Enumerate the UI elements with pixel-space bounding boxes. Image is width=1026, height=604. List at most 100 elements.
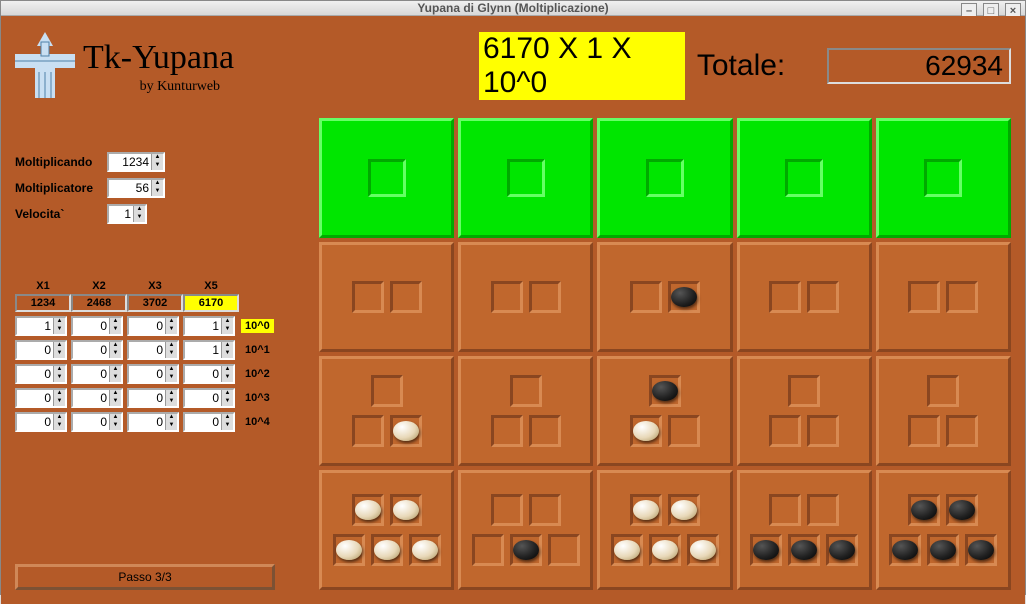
board-slot[interactable] (807, 494, 839, 526)
board-slot[interactable] (946, 281, 978, 313)
spin-up-icon[interactable]: ▲ (151, 154, 163, 162)
xgrid-spin[interactable]: ▲▼ (183, 340, 235, 360)
board-slot[interactable] (352, 415, 384, 447)
board-slot[interactable] (788, 534, 820, 566)
board-slot[interactable] (630, 494, 662, 526)
spin-up-icon[interactable]: ▲ (221, 318, 233, 326)
board-slot[interactable] (390, 494, 422, 526)
board-slot[interactable] (630, 415, 662, 447)
board-slot[interactable] (548, 534, 580, 566)
spin-down-icon[interactable]: ▼ (165, 422, 177, 430)
spin-down-icon[interactable]: ▼ (165, 374, 177, 382)
spin-up-icon[interactable]: ▲ (165, 342, 177, 350)
board-slot[interactable] (371, 375, 403, 407)
xgrid-spin[interactable]: ▲▼ (15, 316, 67, 336)
board-slot[interactable] (390, 281, 422, 313)
board-slot[interactable] (769, 281, 801, 313)
spin-down-icon[interactable]: ▼ (165, 398, 177, 406)
board-slot[interactable] (649, 534, 681, 566)
spin-up-icon[interactable]: ▲ (151, 180, 163, 188)
board-slot[interactable] (529, 415, 561, 447)
board-slot[interactable] (529, 494, 561, 526)
board-slot[interactable] (946, 415, 978, 447)
passo-button[interactable]: Passo 3/3 (15, 564, 275, 590)
board-slot[interactable] (889, 534, 921, 566)
xgrid-spin[interactable]: ▲▼ (15, 340, 67, 360)
board-slot[interactable] (646, 159, 684, 197)
spin-up-icon[interactable]: ▲ (109, 414, 121, 422)
spin-up-icon[interactable]: ▲ (53, 390, 65, 398)
xgrid-spin[interactable]: ▲▼ (71, 340, 123, 360)
board-slot[interactable] (908, 281, 940, 313)
spin-up-icon[interactable]: ▲ (221, 390, 233, 398)
xgrid-spin[interactable]: ▲▼ (183, 316, 235, 336)
board-slot[interactable] (630, 281, 662, 313)
board-slot[interactable] (924, 159, 962, 197)
spin-down-icon[interactable]: ▼ (109, 422, 121, 430)
xgrid-spin[interactable]: ▲▼ (127, 412, 179, 432)
spin-up-icon[interactable]: ▲ (53, 414, 65, 422)
xgrid-spin[interactable]: ▲▼ (15, 364, 67, 384)
board-slot[interactable] (769, 494, 801, 526)
spin-up-icon[interactable]: ▲ (133, 206, 145, 214)
board-slot[interactable] (908, 415, 940, 447)
board-slot[interactable] (507, 159, 545, 197)
velocita-input[interactable]: ▲▼ (107, 204, 147, 224)
board-slot[interactable] (491, 281, 523, 313)
board-slot[interactable] (807, 415, 839, 447)
board-slot[interactable] (510, 375, 542, 407)
xgrid-spin[interactable]: ▲▼ (183, 412, 235, 432)
spin-up-icon[interactable]: ▲ (165, 318, 177, 326)
xgrid-spin[interactable]: ▲▼ (183, 364, 235, 384)
spin-down-icon[interactable]: ▼ (221, 350, 233, 358)
xgrid-spin[interactable]: ▲▼ (15, 388, 67, 408)
spin-down-icon[interactable]: ▼ (53, 326, 65, 334)
board-slot[interactable] (668, 415, 700, 447)
spin-down-icon[interactable]: ▼ (221, 422, 233, 430)
board-slot[interactable] (409, 534, 441, 566)
board-slot[interactable] (510, 534, 542, 566)
spin-down-icon[interactable]: ▼ (165, 326, 177, 334)
board-slot[interactable] (927, 375, 959, 407)
board-slot[interactable] (529, 281, 561, 313)
board-slot[interactable] (371, 534, 403, 566)
xgrid-spin[interactable]: ▲▼ (127, 364, 179, 384)
spin-up-icon[interactable]: ▲ (53, 318, 65, 326)
xgrid-spin[interactable]: ▲▼ (183, 388, 235, 408)
moltiplicatore-input[interactable]: ▲▼ (107, 178, 165, 198)
spin-up-icon[interactable]: ▲ (221, 342, 233, 350)
spin-down-icon[interactable]: ▼ (109, 326, 121, 334)
board-slot[interactable] (769, 415, 801, 447)
board-slot[interactable] (750, 534, 782, 566)
spin-down-icon[interactable]: ▼ (221, 374, 233, 382)
spin-up-icon[interactable]: ▲ (109, 342, 121, 350)
spin-down-icon[interactable]: ▼ (133, 214, 145, 222)
board-slot[interactable] (352, 281, 384, 313)
spin-down-icon[interactable]: ▼ (53, 374, 65, 382)
spin-down-icon[interactable]: ▼ (151, 188, 163, 196)
board-slot[interactable] (472, 534, 504, 566)
xgrid-spin[interactable]: ▲▼ (71, 364, 123, 384)
xgrid-spin[interactable]: ▲▼ (127, 340, 179, 360)
spin-down-icon[interactable]: ▼ (109, 350, 121, 358)
xgrid-spin[interactable]: ▲▼ (127, 316, 179, 336)
board-slot[interactable] (927, 534, 959, 566)
board-slot[interactable] (826, 534, 858, 566)
board-slot[interactable] (668, 281, 700, 313)
spin-up-icon[interactable]: ▲ (53, 366, 65, 374)
spin-down-icon[interactable]: ▼ (221, 398, 233, 406)
spin-up-icon[interactable]: ▲ (109, 390, 121, 398)
board-slot[interactable] (333, 534, 365, 566)
board-slot[interactable] (668, 494, 700, 526)
spin-down-icon[interactable]: ▼ (53, 398, 65, 406)
xgrid-spin[interactable]: ▲▼ (127, 388, 179, 408)
board-slot[interactable] (491, 494, 523, 526)
spin-down-icon[interactable]: ▼ (53, 422, 65, 430)
spin-down-icon[interactable]: ▼ (109, 398, 121, 406)
spin-up-icon[interactable]: ▲ (165, 390, 177, 398)
board-slot[interactable] (946, 494, 978, 526)
board-slot[interactable] (649, 375, 681, 407)
spin-up-icon[interactable]: ▲ (221, 366, 233, 374)
board-slot[interactable] (965, 534, 997, 566)
spin-down-icon[interactable]: ▼ (53, 350, 65, 358)
